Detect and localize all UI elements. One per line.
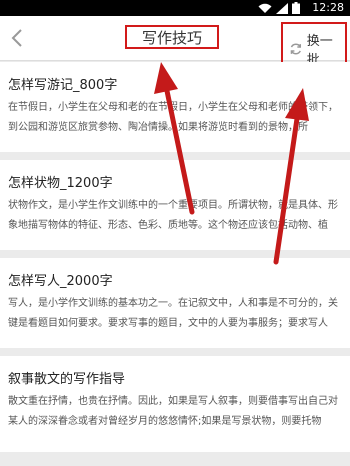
header: 写作技巧 换一批 bbox=[0, 16, 350, 68]
article-card[interactable]: 怎样状物_1200字 状物作文，是小学生作文训练中的一个重要项目。所谓状物，就是… bbox=[0, 160, 350, 250]
wifi-icon bbox=[258, 3, 272, 13]
back-button[interactable] bbox=[6, 24, 28, 52]
battery-icon bbox=[292, 2, 300, 14]
article-summary: 状物作文，是小学生作文训练中的一个重要项目。所谓状物，就是具体、形象地描写物体的… bbox=[8, 200, 338, 231]
chevron-left-icon bbox=[11, 29, 22, 47]
article-title: 怎样写人_2000字 bbox=[8, 274, 113, 289]
article-card[interactable]: 怎样写人_2000字 写人，是小学作文训练的基本功之一。在记叙文中，人和事是不可… bbox=[0, 258, 350, 348]
article-title: 怎样写游记_800字 bbox=[8, 78, 118, 93]
article-summary: 写人，是小学作文训练的基本功之一。在记叙文中，人和事是不可分的，关键是看题目如何… bbox=[8, 298, 338, 329]
article-summary: 在节假日，小学生在父母和老的在节假日，小学生在父母和老师的带领下，到公园和游览区… bbox=[8, 102, 338, 133]
refresh-highlight-box: 换一批 bbox=[281, 22, 347, 68]
status-time: 12:28 bbox=[312, 1, 344, 14]
status-bar: 12:28 bbox=[0, 0, 350, 16]
page-title: 写作技巧 bbox=[141, 28, 202, 47]
status-icons bbox=[258, 2, 300, 14]
refresh-icon bbox=[290, 43, 302, 55]
article-card[interactable]: 怎样写游记_800字 在节假日，小学生在父母和老的在节假日，小学生在父母和老师的… bbox=[0, 62, 350, 152]
signal-icon bbox=[276, 2, 288, 14]
article-summary: 散文重在抒情，也贵在抒情。因此，如果是写人叙事，则要借事写出自己对某人的深深眷念… bbox=[8, 396, 338, 427]
article-title: 怎样状物_1200字 bbox=[8, 176, 113, 191]
title-highlight-box: 写作技巧 bbox=[125, 25, 219, 49]
article-card[interactable]: 叙事散文的写作指导 散文重在抒情，也贵在抒情。因此，如果是写人叙事，则要借事写出… bbox=[0, 356, 350, 452]
article-title: 叙事散文的写作指导 bbox=[8, 372, 126, 387]
